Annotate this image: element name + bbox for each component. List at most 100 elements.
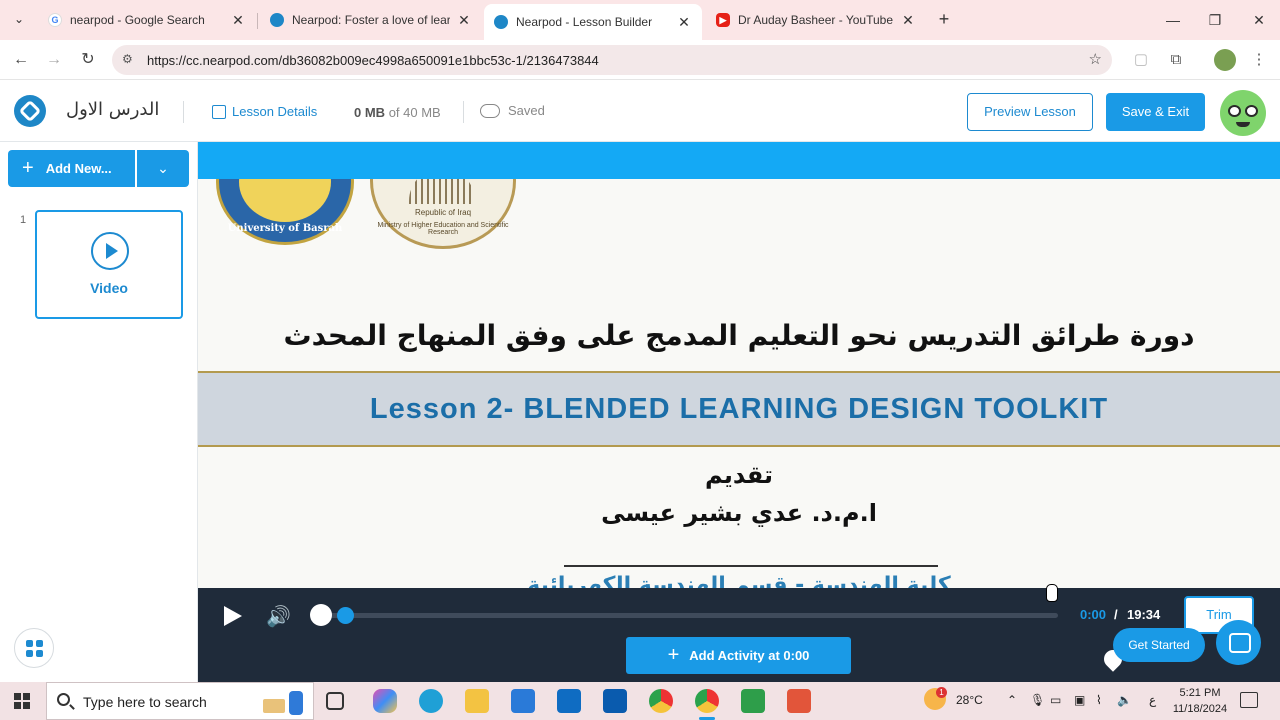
copilot-icon[interactable]: [373, 689, 397, 713]
user-avatar[interactable]: [1220, 90, 1266, 136]
grid-icon: [36, 650, 43, 657]
windows-taskbar: Type here to search 1 28°C ⌃ 🎙 ▭ ▣ ⌇ 🔈 ع…: [0, 682, 1280, 720]
install-app-icon[interactable]: ▢: [1130, 49, 1152, 71]
address-bar[interactable]: ⚙ https://cc.nearpod.com/db36082b009ec49…: [112, 45, 1112, 75]
clock-time: 5:21 PM: [1179, 687, 1221, 699]
profile-avatar[interactable]: [1214, 49, 1236, 71]
close-tab-icon[interactable]: ✕: [900, 12, 916, 29]
get-started-button[interactable]: Get Started: [1113, 628, 1205, 662]
task-view-icon[interactable]: [326, 692, 344, 710]
close-tab-icon[interactable]: ✕: [676, 14, 692, 31]
windows-start-icon[interactable]: [14, 693, 30, 709]
add-activity-label: Add Activity at 0:00: [689, 648, 810, 663]
intro-label: تقديم: [705, 461, 773, 489]
forward-icon[interactable]: →: [43, 49, 65, 71]
logo-inner: [239, 179, 331, 222]
taskbar-search[interactable]: Type here to search: [46, 682, 314, 720]
ministry-logo: Republic of Iraq Ministry of Higher Educ…: [370, 179, 516, 249]
tab-title: Dr Auday Basheer - YouTube: [738, 13, 893, 27]
nearpod-logo-icon[interactable]: [14, 95, 46, 127]
bookmark-star-icon[interactable]: ☆: [1089, 50, 1102, 68]
recorder-icon[interactable]: [787, 689, 811, 713]
playhead-handle[interactable]: [310, 604, 332, 626]
restore-icon[interactable]: ❐: [1200, 8, 1230, 32]
search-placeholder: Type here to search: [83, 694, 207, 710]
clock-date: 11/18/2024: [1172, 703, 1228, 715]
nearpod-icon: [494, 15, 508, 29]
file-explorer-icon[interactable]: [465, 689, 489, 713]
add-activity-button[interactable]: + Add Activity at 0:00: [626, 637, 851, 674]
extensions-icon[interactable]: ⧉: [1165, 49, 1187, 71]
tab-search-chevron-icon[interactable]: ⌄: [8, 8, 30, 30]
close-tab-icon[interactable]: ✕: [230, 12, 246, 29]
chrome-profile-icon[interactable]: [695, 689, 719, 720]
university-of-basrah-logo: University of Basrah: [216, 179, 354, 245]
grid-icon: [26, 640, 33, 647]
add-new-button[interactable]: + Add New...: [8, 150, 135, 187]
site-info-icon[interactable]: ⚙: [122, 52, 133, 66]
nearpod-icon: [270, 13, 284, 27]
storage-usage: 0 MB of 40 MB: [354, 105, 441, 120]
video-top-band: [198, 142, 1280, 179]
speaker-icon[interactable]: 🔈: [1117, 693, 1132, 707]
clock[interactable]: 5:21 PM 11/18/2024: [1168, 685, 1232, 717]
lesson-details-link[interactable]: Lesson Details: [212, 104, 317, 119]
save-exit-button[interactable]: Save & Exit: [1106, 93, 1205, 131]
storage-of: of 40 MB: [388, 105, 441, 120]
browser-tabstrip: ⌄ G nearpod - Google Search ✕ Nearpod: F…: [0, 0, 1280, 40]
minimize-icon[interactable]: —: [1158, 8, 1188, 32]
chat-support-icon[interactable]: [1216, 620, 1261, 665]
back-icon[interactable]: ←: [10, 49, 32, 71]
edge-icon[interactable]: [419, 689, 443, 713]
grid-view-button[interactable]: [14, 628, 54, 668]
lesson-banner: Lesson 2- BLENDED LEARNING DESIGN TOOLKI…: [198, 371, 1280, 447]
chrome-menu-icon[interactable]: ⋮: [1248, 49, 1270, 71]
slide-thumbnail-video[interactable]: Video: [35, 210, 183, 319]
close-tab-icon[interactable]: ✕: [456, 12, 472, 29]
camtasia-icon[interactable]: [741, 689, 765, 713]
tab-lesson-builder[interactable]: Nearpod - Lesson Builder ✕: [484, 4, 702, 40]
outlook-icon[interactable]: [557, 689, 581, 713]
department-text: كلية الهندسة - قسم الهندسة الكهربائية: [527, 573, 951, 588]
tab-google-search[interactable]: G nearpod - Google Search ✕: [38, 6, 256, 34]
plus-icon: +: [22, 157, 34, 179]
tray-chevron-icon[interactable]: ⌃: [1007, 693, 1017, 707]
video-frame[interactable]: University of Basrah Republic of Iraq Mi…: [198, 179, 1280, 588]
logo-subtext: Ministry of Higher Education and Scienti…: [377, 222, 509, 236]
mouse-cursor-icon: [1046, 584, 1058, 602]
grid-icon: [26, 650, 33, 657]
tab-nearpod-foster[interactable]: Nearpod: Foster a love of learni ✕: [260, 6, 482, 34]
url-text: https://cc.nearpod.com/db36082b009ec4998…: [147, 53, 599, 68]
microphone-icon[interactable]: 🎙: [1030, 693, 1045, 707]
weather-badge: 1: [936, 687, 947, 698]
chrome-icon[interactable]: [649, 689, 673, 713]
device-icon[interactable]: ▣: [1074, 693, 1085, 707]
wifi-icon[interactable]: ⌇: [1096, 693, 1102, 707]
tab-youtube[interactable]: ▶ Dr Auday Basheer - YouTube ✕: [706, 6, 926, 34]
play-icon[interactable]: [222, 606, 242, 626]
lesson-builder-header: الدرس الاول Lesson Details 0 MB of 40 MB…: [0, 81, 1280, 142]
lesson-details-label: Lesson Details: [232, 104, 318, 119]
logo-rays: [409, 179, 475, 204]
store-icon[interactable]: [511, 689, 535, 713]
battery-icon[interactable]: ▭: [1050, 693, 1061, 707]
outlook-classic-icon[interactable]: [603, 689, 627, 713]
language-indicator[interactable]: ع: [1149, 693, 1156, 707]
notifications-icon[interactable]: [1240, 692, 1258, 708]
volume-icon[interactable]: 🔊: [266, 604, 291, 629]
google-icon: G: [48, 13, 62, 27]
progress-track[interactable]: [314, 613, 1058, 618]
preview-lesson-button[interactable]: Preview Lesson: [967, 93, 1093, 131]
current-time: 0:00: [1080, 607, 1107, 622]
activity-marker-handle[interactable]: [337, 607, 354, 624]
add-new-dropdown-chevron-icon[interactable]: ⌄: [137, 150, 189, 187]
new-tab-icon[interactable]: +: [934, 9, 954, 30]
edit-icon: [212, 104, 226, 119]
video-editor: University of Basrah Republic of Iraq Mi…: [198, 142, 1280, 682]
tab-title: nearpod - Google Search: [70, 13, 205, 27]
reload-icon[interactable]: ↻: [77, 49, 99, 71]
video-play-icon: [91, 232, 129, 270]
slide-label: Video: [90, 280, 128, 296]
close-window-icon[interactable]: ✕: [1244, 8, 1274, 32]
storage-used: 0 MB: [354, 105, 386, 120]
